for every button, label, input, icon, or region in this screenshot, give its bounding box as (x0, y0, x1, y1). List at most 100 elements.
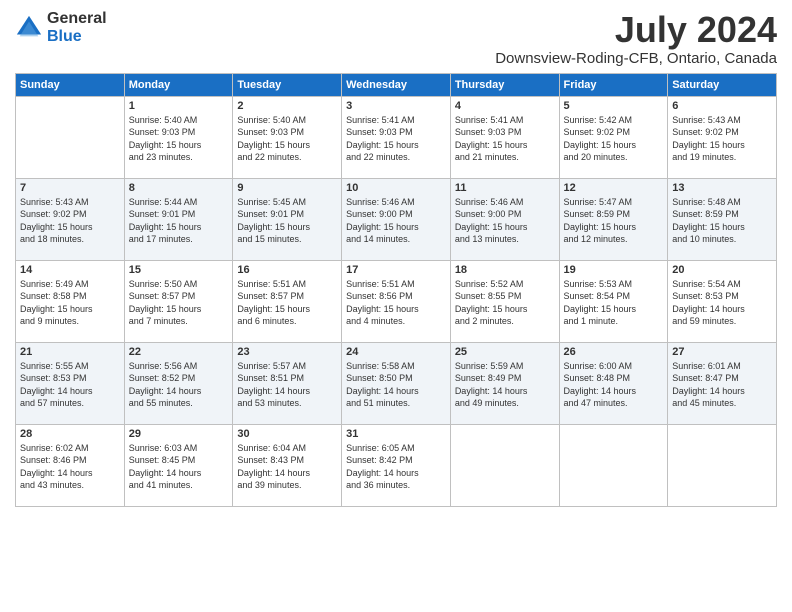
page: General Blue July 2024 Downsview-Roding-… (0, 0, 792, 612)
day-number: 22 (129, 346, 229, 358)
col-thursday: Thursday (450, 73, 559, 96)
day-number: 4 (455, 100, 555, 112)
table-row: 1 Sunrise: 5:40 AMSunset: 9:03 PMDaylight… (124, 96, 233, 178)
day-number: 8 (129, 182, 229, 194)
table-row: 3 Sunrise: 5:41 AMSunset: 9:03 PMDaylight… (342, 96, 451, 178)
table-row: 13 Sunrise: 5:48 AMSunset: 8:59 PMDayligh… (668, 178, 777, 260)
calendar-week-row: 14 Sunrise: 5:49 AMSunset: 8:58 PMDayligh… (16, 260, 777, 342)
day-number: 7 (20, 182, 120, 194)
day-number: 19 (564, 264, 664, 276)
day-number: 14 (20, 264, 120, 276)
col-saturday: Saturday (668, 73, 777, 96)
day-info: Sunrise: 5:49 AMSunset: 8:58 PMDaylight:… (20, 278, 120, 328)
day-number: 15 (129, 264, 229, 276)
col-wednesday: Wednesday (342, 73, 451, 96)
col-tuesday: Tuesday (233, 73, 342, 96)
table-row: 23Sunrise: 5:57 AMSunset: 8:51 PMDayligh… (233, 342, 342, 424)
table-row: 8 Sunrise: 5:44 AMSunset: 9:01 PMDaylight… (124, 178, 233, 260)
month-title: July 2024 (495, 10, 777, 50)
day-number: 18 (455, 264, 555, 276)
table-row: 12Sunrise: 5:47 AMSunset: 8:59 PMDayligh… (559, 178, 668, 260)
table-row (450, 424, 559, 506)
table-row: 2Sunrise: 5:40 AMSunset: 9:03 PMDaylight… (233, 96, 342, 178)
day-number: 2 (237, 100, 337, 112)
calendar-header-row: Sunday Monday Tuesday Wednesday Thursday… (16, 73, 777, 96)
logo-icon (15, 14, 43, 42)
day-info: Sunrise: 5:40 AMSunset: 9:03 PMDaylight:… (129, 114, 229, 164)
table-row: 9 Sunrise: 5:45 AMSunset: 9:01 PMDaylight… (233, 178, 342, 260)
table-row: 30 Sunrise: 6:04 AMSunset: 8:43 PMDayligh… (233, 424, 342, 506)
day-info: Sunrise: 6:03 AMSunset: 8:45 PMDaylight:… (129, 442, 229, 492)
title-block: July 2024 Downsview-Roding-CFB, Ontario,… (495, 10, 777, 67)
calendar-week-row: 28 Sunrise: 6:02 AMSunset: 8:46 PMDayligh… (16, 424, 777, 506)
day-info: Sunrise: 6:01 AMSunset: 8:47 PMDaylight:… (672, 360, 772, 410)
day-number: 30 (237, 428, 337, 440)
day-info: Sunrise: 5:55 AMSunset: 8:53 PMDaylight:… (20, 360, 120, 410)
day-number: 27 (672, 346, 772, 358)
table-row: 27 Sunrise: 6:01 AMSunset: 8:47 PMDayligh… (668, 342, 777, 424)
day-info: Sunrise: 5:42 AMSunset: 9:02 PMDaylight:… (564, 114, 664, 164)
day-number: 3 (346, 100, 446, 112)
col-monday: Monday (124, 73, 233, 96)
table-row: 6 Sunrise: 5:43 AMSunset: 9:02 PMDaylight… (668, 96, 777, 178)
day-info: Sunrise: 5:51 AMSunset: 8:57 PMDaylight:… (237, 278, 337, 328)
table-row: 7Sunrise: 5:43 AMSunset: 9:02 PMDaylight… (16, 178, 125, 260)
table-row: 29Sunrise: 6:03 AMSunset: 8:45 PMDayligh… (124, 424, 233, 506)
calendar-week-row: 21 Sunrise: 5:55 AMSunset: 8:53 PMDayligh… (16, 342, 777, 424)
calendar-table: Sunday Monday Tuesday Wednesday Thursday… (15, 73, 777, 507)
table-row: 15 Sunrise: 5:50 AMSunset: 8:57 PMDayligh… (124, 260, 233, 342)
table-row: 16Sunrise: 5:51 AMSunset: 8:57 PMDayligh… (233, 260, 342, 342)
day-number: 17 (346, 264, 446, 276)
day-number: 24 (346, 346, 446, 358)
day-info: Sunrise: 5:41 AMSunset: 9:03 PMDaylight:… (455, 114, 555, 164)
day-info: Sunrise: 5:44 AMSunset: 9:01 PMDaylight:… (129, 196, 229, 246)
day-number: 9 (237, 182, 337, 194)
day-info: Sunrise: 5:58 AMSunset: 8:50 PMDaylight:… (346, 360, 446, 410)
col-friday: Friday (559, 73, 668, 96)
table-row: 19Sunrise: 5:53 AMSunset: 8:54 PMDayligh… (559, 260, 668, 342)
table-row: 10Sunrise: 5:46 AMSunset: 9:00 PMDayligh… (342, 178, 451, 260)
day-info: Sunrise: 6:02 AMSunset: 8:46 PMDaylight:… (20, 442, 120, 492)
day-number: 13 (672, 182, 772, 194)
day-number: 26 (564, 346, 664, 358)
table-row: 14 Sunrise: 5:49 AMSunset: 8:58 PMDayligh… (16, 260, 125, 342)
table-row: 24 Sunrise: 5:58 AMSunset: 8:50 PMDayligh… (342, 342, 451, 424)
day-number: 5 (564, 100, 664, 112)
day-info: Sunrise: 5:54 AMSunset: 8:53 PMDaylight:… (672, 278, 772, 328)
location-title: Downsview-Roding-CFB, Ontario, Canada (495, 50, 777, 67)
day-number: 20 (672, 264, 772, 276)
table-row: 25 Sunrise: 5:59 AMSunset: 8:49 PMDayligh… (450, 342, 559, 424)
day-info: Sunrise: 5:46 AMSunset: 9:00 PMDaylight:… (455, 196, 555, 246)
logo-blue: Blue (47, 28, 82, 45)
logo: General Blue (15, 10, 107, 45)
table-row (16, 96, 125, 178)
day-number: 6 (672, 100, 772, 112)
day-info: Sunrise: 5:59 AMSunset: 8:49 PMDaylight:… (455, 360, 555, 410)
day-number: 1 (129, 100, 229, 112)
table-row: 4 Sunrise: 5:41 AMSunset: 9:03 PMDaylight… (450, 96, 559, 178)
col-sunday: Sunday (16, 73, 125, 96)
day-info: Sunrise: 6:04 AMSunset: 8:43 PMDaylight:… (237, 442, 337, 492)
table-row: 22 Sunrise: 5:56 AMSunset: 8:52 PMDayligh… (124, 342, 233, 424)
day-number: 12 (564, 182, 664, 194)
day-info: Sunrise: 5:50 AMSunset: 8:57 PMDaylight:… (129, 278, 229, 328)
calendar-week-row: 7Sunrise: 5:43 AMSunset: 9:02 PMDaylight… (16, 178, 777, 260)
day-info: Sunrise: 5:56 AMSunset: 8:52 PMDaylight:… (129, 360, 229, 410)
day-info: Sunrise: 5:43 AMSunset: 9:02 PMDaylight:… (672, 114, 772, 164)
day-info: Sunrise: 5:45 AMSunset: 9:01 PMDaylight:… (237, 196, 337, 246)
table-row: 18Sunrise: 5:52 AMSunset: 8:55 PMDayligh… (450, 260, 559, 342)
table-row: 31Sunrise: 6:05 AMSunset: 8:42 PMDayligh… (342, 424, 451, 506)
day-info: Sunrise: 5:51 AMSunset: 8:56 PMDaylight:… (346, 278, 446, 328)
day-number: 28 (20, 428, 120, 440)
day-info: Sunrise: 5:48 AMSunset: 8:59 PMDaylight:… (672, 196, 772, 246)
calendar-week-row: 1 Sunrise: 5:40 AMSunset: 9:03 PMDaylight… (16, 96, 777, 178)
day-number: 21 (20, 346, 120, 358)
table-row (559, 424, 668, 506)
day-info: Sunrise: 5:46 AMSunset: 9:00 PMDaylight:… (346, 196, 446, 246)
table-row: 21 Sunrise: 5:55 AMSunset: 8:53 PMDayligh… (16, 342, 125, 424)
table-row: 26Sunrise: 6:00 AMSunset: 8:48 PMDayligh… (559, 342, 668, 424)
logo-general: General (47, 10, 107, 27)
day-number: 25 (455, 346, 555, 358)
day-info: Sunrise: 5:41 AMSunset: 9:03 PMDaylight:… (346, 114, 446, 164)
header: General Blue July 2024 Downsview-Roding-… (15, 10, 777, 67)
